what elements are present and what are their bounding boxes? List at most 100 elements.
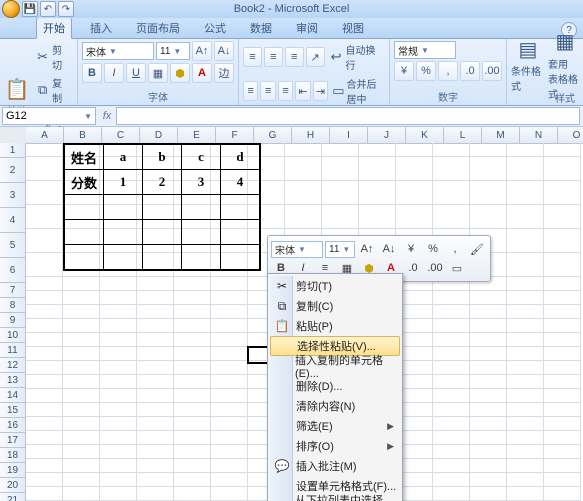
cell[interactable] [544,291,581,305]
table-cell[interactable]: b [143,144,182,170]
cell[interactable] [507,157,544,181]
cell[interactable] [470,361,507,375]
context-menu-item[interactable]: 清除内容(N) [270,396,400,416]
cell[interactable] [211,403,248,417]
cell[interactable] [100,389,137,403]
cell[interactable] [470,389,507,403]
cell[interactable] [433,181,470,205]
cell[interactable] [507,445,544,459]
cell[interactable] [544,417,581,431]
cell[interactable] [433,431,470,445]
cell[interactable] [433,389,470,403]
cell[interactable] [211,417,248,431]
dec-decimal-button[interactable]: .00 [482,61,502,81]
cell[interactable] [544,277,581,291]
italic-button[interactable]: I [104,63,124,83]
currency-button[interactable]: ¥ [394,61,414,81]
table-cell[interactable]: a [104,144,143,170]
row-header[interactable]: 16 [0,418,26,433]
cell[interactable] [137,361,174,375]
cell[interactable] [174,291,211,305]
cell[interactable] [507,333,544,347]
formula-bar[interactable] [116,107,580,125]
cell[interactable] [174,319,211,333]
cell[interactable] [507,487,544,501]
row-header[interactable]: 17 [0,433,26,448]
cell[interactable] [544,229,581,253]
context-menu-item[interactable]: 💬插入批注(M) [270,456,400,476]
cell[interactable] [26,253,63,277]
context-menu-item[interactable]: 📋粘贴(P) [270,316,400,336]
phonetic-button[interactable]: 边 [214,63,234,83]
tab-home[interactable]: 开始 [36,17,72,39]
table-cell[interactable]: 姓名 [64,144,104,170]
cell[interactable] [63,277,100,291]
cell[interactable] [174,333,211,347]
cell[interactable] [507,277,544,291]
mini-font-select[interactable]: 宋体▼ [271,241,323,258]
table-cell[interactable]: 1 [104,170,143,195]
cell[interactable] [507,181,544,205]
row-header[interactable]: 12 [0,358,26,373]
cell[interactable] [211,277,248,291]
cell[interactable] [211,473,248,487]
qat-undo-icon[interactable]: ↶ [40,1,56,17]
cell[interactable] [507,459,544,473]
merge-center-button[interactable]: ▭合并后居中 [330,75,385,107]
context-menu-item[interactable]: 插入复制的单元格(E)... [270,356,400,376]
cell[interactable] [211,305,248,319]
cell[interactable] [26,487,63,501]
cell[interactable] [26,389,63,403]
cell[interactable] [507,389,544,403]
cell[interactable] [63,375,100,389]
cell[interactable] [100,473,137,487]
cell[interactable] [26,319,63,333]
cell[interactable] [211,347,248,361]
col-header[interactable]: H [292,127,330,144]
col-header[interactable]: E [178,127,216,144]
cell[interactable] [100,431,137,445]
cell[interactable] [433,305,470,319]
cell[interactable] [100,445,137,459]
col-header[interactable]: J [368,127,406,144]
cell[interactable] [137,431,174,445]
col-header[interactable]: G [254,127,292,144]
cell[interactable] [174,431,211,445]
conditional-format-button[interactable]: ▤条件格式 [511,41,545,89]
row-header[interactable]: 2 [0,158,26,183]
cell[interactable] [507,319,544,333]
cell[interactable] [433,417,470,431]
cell[interactable] [470,431,507,445]
cell[interactable] [100,487,137,501]
cell[interactable] [285,205,322,229]
cell[interactable] [433,403,470,417]
align-middle-button[interactable]: ≡ [264,47,283,67]
cell[interactable] [100,277,137,291]
cell[interactable] [470,319,507,333]
cell[interactable] [544,305,581,319]
fill-color-button[interactable]: ⬢ [170,63,190,83]
cell[interactable] [470,143,507,157]
cell[interactable] [544,253,581,277]
cell[interactable] [137,319,174,333]
cell[interactable] [100,319,137,333]
cell[interactable] [63,403,100,417]
cell[interactable] [137,417,174,431]
cell[interactable] [137,347,174,361]
cell[interactable] [433,205,470,229]
align-left-button[interactable]: ≡ [243,81,258,101]
cell[interactable] [174,459,211,473]
context-menu-item[interactable]: 排序(O)▶ [270,436,400,456]
cell[interactable] [211,375,248,389]
mini-brush[interactable]: 🖌 [467,240,487,258]
cell[interactable] [63,431,100,445]
mini-shrink-font[interactable]: A↓ [379,240,399,258]
orientation-button[interactable]: ↗ [306,47,325,67]
row-header[interactable]: 4 [0,208,26,233]
cell[interactable] [433,143,470,157]
table-cell[interactable]: 分数 [64,170,104,195]
cell[interactable] [63,333,100,347]
cell[interactable] [100,403,137,417]
context-menu-item[interactable]: ✂剪切(T) [270,276,400,296]
cell[interactable] [544,361,581,375]
